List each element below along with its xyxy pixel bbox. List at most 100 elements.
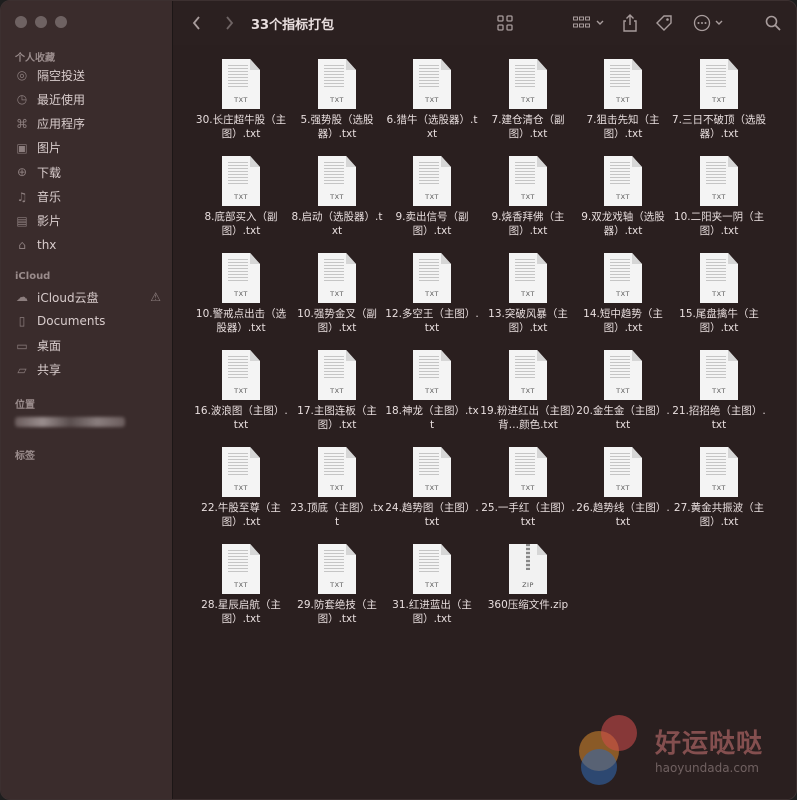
text-lines-graphic [419,550,439,572]
search-button[interactable] [765,1,781,45]
sidebar-item-favorite-6[interactable]: ▤ 影片 [15,210,165,232]
more-actions-button[interactable] [693,1,724,45]
file-extension-label: TXT [616,387,630,395]
file-item[interactable]: TXT 8.启动（选股器）.txt [289,142,385,239]
zoom-button[interactable] [55,16,67,28]
sidebar-item-icloud-0[interactable]: ☁ iCloud云盘 ⚠ [15,286,165,308]
file-item[interactable]: TXT 10.二阳夹一阴（主图）.txt [671,142,767,239]
file-item[interactable]: TXT 5.强势股（选股器）.txt [289,45,385,142]
file-item[interactable]: TXT 9.双龙戏轴（选股器）.txt [575,142,671,239]
file-name: 23.顶底（主图）.txt [290,502,384,528]
text-lines-graphic [515,356,535,378]
file-item[interactable]: TXT 20.金生金（主图）.txt [575,336,671,433]
file-name: 14.短中趋势（主图）.txt [583,308,663,334]
file-item[interactable]: TXT 19.粉进红出（主图）背…颜色.txt [480,336,576,433]
sidebar-item-icloud-1[interactable]: ▯ Documents [15,310,165,332]
sidebar-item-favorite-3[interactable]: ▣ 图片 [15,137,165,159]
text-lines-graphic [706,259,726,281]
file-item[interactable]: TXT 10.强势金叉（副图）.txt [289,239,385,336]
file-item[interactable]: TXT 7.三日不破顶（选股器）.txt [671,45,767,142]
text-lines-graphic [419,65,439,87]
favorites-section-title: 个人收藏 [15,53,55,64]
sidebar-item-favorite-4[interactable]: ⊕ 下载 [15,161,165,183]
file-item[interactable]: TXT 26.趋势线（主图）.txt [575,433,671,530]
text-lines-graphic [706,356,726,378]
sidebar-item-icloud-3[interactable]: ▱ 共享 [15,359,165,381]
sidebar-item-label: thx [37,238,57,253]
file-item[interactable]: TXT 25.一手红（主图）.txt [480,433,576,530]
forward-button[interactable] [223,1,235,45]
back-button[interactable] [191,1,203,45]
file-item[interactable]: TXT 9.烧香拜佛（主图）.txt [480,142,576,239]
sidebar-item-location[interactable] [15,411,165,433]
tag-button[interactable] [655,1,673,45]
file-item[interactable]: TXT 30.长庄超牛股（主图）.txt [193,45,289,142]
file-item[interactable]: TXT 7.狙击先知（主图）.txt [575,45,671,142]
sidebar-item-favorite-0[interactable]: ◎ 隔空投送 [15,64,165,86]
text-lines-graphic [515,453,535,475]
watermark-logo-red [601,715,637,751]
text-lines-graphic [706,453,726,475]
file-extension-label: TXT [234,290,248,298]
file-item[interactable]: TXT 29.防套绝技（主图）.txt [289,530,385,627]
view-icons-button[interactable] [497,1,513,45]
sidebar-item-favorite-1[interactable]: ◷ 最近使用 [15,88,165,110]
text-lines-graphic [419,453,439,475]
file-extension-label: TXT [616,193,630,201]
sidebar-item-label: 最近使用 [37,92,86,107]
file-name: 29.防套绝技（主图）.txt [297,599,377,625]
text-file-icon: TXT [318,253,356,303]
file-item[interactable]: TXT 9.卖出信号（副图）.txt [384,142,480,239]
share-button[interactable] [623,1,637,45]
file-item[interactable]: TXT 28.星辰启航（主图）.txt [193,530,289,627]
sidebar-item-favorite-2[interactable]: ⌘ 应用程序 [15,113,165,135]
sidebar-item-label: 音乐 [37,190,62,204]
file-item[interactable]: TXT 22.牛股至尊（主图）.txt [193,433,289,530]
file-item[interactable]: TXT 27.黄金共振波（主图）.txt [671,433,767,530]
file-name: 10.强势金叉（副图）.txt [297,308,377,334]
file-extension-label: TXT [712,484,726,492]
file-item[interactable]: TXT 15.尾盘擒牛（主图）.txt [671,239,767,336]
file-extension-label: TXT [234,581,248,589]
file-extension-label: TXT [330,581,344,589]
text-file-icon: TXT [413,544,451,594]
file-item[interactable]: TXT 17.主图连板（主图）.txt [289,336,385,433]
sidebar-item-favorite-5[interactable]: ♫ 音乐 [15,186,165,208]
file-item[interactable]: ZIP 360压缩文件.zip [480,530,576,627]
file-item[interactable]: TXT 10.警戒点出击（选股器）.txt [193,239,289,336]
text-lines-graphic [228,162,248,184]
file-item[interactable]: TXT 23.顶底（主图）.txt [289,433,385,530]
file-item[interactable]: TXT 13.突破风暴（主图）.txt [480,239,576,336]
sidebar-item-icloud-2[interactable]: ▭ 桌面 [15,335,165,357]
file-item[interactable]: TXT 21.招招绝（主图）.txt [671,336,767,433]
file-item[interactable]: TXT 16.波浪图（主图）.txt [193,336,289,433]
file-item[interactable]: TXT 7.建仓清仓（副图）.txt [480,45,576,142]
file-extension-label: TXT [425,290,439,298]
close-button[interactable] [15,16,27,28]
file-item[interactable]: TXT 12.多空王（主图）.txt [384,239,480,336]
locations-section-title: 位置 [15,400,35,411]
file-item[interactable]: TXT 18.神龙（主图）.txt [384,336,480,433]
file-item[interactable]: TXT 8.底部买入（副图）.txt [193,142,289,239]
file-item[interactable]: TXT 6.猎牛（选股器）.txt [384,45,480,142]
share-icon [623,14,637,32]
home-icon: ⌂ [18,238,26,253]
text-lines-graphic [515,162,535,184]
tags-section-title: 标签 [15,451,35,462]
text-file-icon: TXT [413,253,451,303]
chevron-right-icon [226,16,234,30]
group-by-button[interactable] [573,1,605,45]
text-file-icon: TXT [700,156,738,206]
sidebar-item-favorite-7[interactable]: ⌂ thx [15,234,165,256]
file-item[interactable]: TXT 14.短中趋势（主图）.txt [575,239,671,336]
file-name: 9.卖出信号（副图）.txt [395,211,469,237]
file-extension-label: TXT [330,484,344,492]
minimize-button[interactable] [35,16,47,28]
file-item[interactable]: TXT 31.红进蓝出（主图）.txt [384,530,480,627]
text-lines-graphic [419,356,439,378]
text-lines-graphic [706,162,726,184]
file-extension-label: TXT [521,193,535,201]
text-file-icon: TXT [604,156,642,206]
file-item[interactable]: TXT 24.趋势图（主图）.txt [384,433,480,530]
text-file-icon: TXT [700,350,738,400]
